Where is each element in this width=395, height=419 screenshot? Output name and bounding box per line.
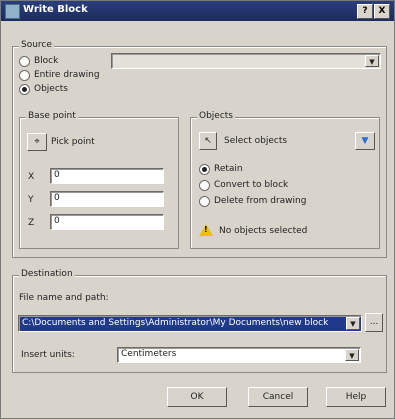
x-label: X [28, 172, 35, 182]
help-title-button[interactable]: ? [357, 4, 373, 19]
radio-delete-from-drawing-label: Delete from drawing [214, 196, 307, 206]
objects-legend: Objects [197, 111, 236, 121]
app-icon [5, 4, 20, 19]
radio-convert-to-block-label: Convert to block [214, 180, 289, 190]
radio-block[interactable] [19, 56, 30, 67]
z-label: Z [28, 218, 35, 228]
block-name-dropdown[interactable]: ▼ [111, 53, 381, 69]
select-objects-label: Select objects [224, 136, 288, 146]
source-legend: Source [19, 40, 54, 50]
z-value: 0 [54, 216, 60, 226]
radio-retain-label: Retain [214, 164, 243, 174]
chevron-down-icon: ▼ [346, 317, 360, 330]
radio-convert-to-block[interactable] [199, 180, 210, 191]
select-objects-button[interactable]: ↖ [199, 132, 217, 150]
radio-block-label: Block [34, 56, 59, 66]
warning-icon [199, 224, 213, 236]
funnel-icon: ▼ [361, 136, 369, 146]
radio-retain[interactable] [199, 164, 210, 175]
pick-point-label: Pick point [51, 137, 95, 147]
radio-delete-from-drawing[interactable] [199, 196, 210, 207]
pick-point-button[interactable]: ⌖ [27, 133, 47, 151]
cursor-icon: ↖ [204, 136, 212, 146]
destination-legend: Destination [19, 269, 75, 279]
source-group: Source Block Entire drawing Objects ▼ Ba… [12, 40, 387, 258]
dialog-title: Write Block [23, 4, 88, 15]
destination-group: Destination File name and path: C:\Docum… [12, 269, 387, 373]
radio-entire-drawing[interactable] [19, 70, 30, 81]
z-field[interactable]: 0 [50, 214, 164, 230]
x-field[interactable]: 0 [50, 168, 164, 184]
base-point-legend: Base point [26, 111, 78, 121]
insert-units-label: Insert units: [21, 350, 75, 360]
file-path-combobox[interactable]: C:\Documents and Settings\Administrator\… [18, 315, 362, 332]
y-label: Y [28, 195, 34, 205]
file-path-value: C:\Documents and Settings\Administrator\… [22, 318, 329, 328]
close-button[interactable]: X [374, 4, 390, 19]
y-field[interactable]: 0 [50, 191, 164, 207]
insert-units-dropdown[interactable]: Centimeters ▼ [117, 347, 361, 363]
radio-objects-label: Objects [34, 84, 69, 94]
cancel-button[interactable]: Cancel [248, 387, 308, 407]
write-block-dialog: Write Block ? X Source Block Entire draw… [0, 0, 395, 419]
x-value: 0 [54, 170, 60, 180]
quick-select-button[interactable]: ▼ [355, 132, 375, 150]
help-button[interactable]: Help [326, 387, 386, 407]
y-value: 0 [54, 193, 60, 203]
objects-status: No objects selected [219, 226, 308, 236]
title-bar[interactable]: Write Block ? X [1, 1, 394, 21]
crosshair-icon: ⌖ [34, 137, 40, 147]
chevron-down-icon: ▼ [365, 55, 379, 67]
chevron-down-icon: ▼ [345, 349, 359, 361]
base-point-group: Base point ⌖ Pick point X 0 Y 0 Z 0 [19, 111, 179, 249]
ok-button[interactable]: OK [167, 387, 227, 407]
radio-entire-drawing-label: Entire drawing [34, 70, 100, 80]
browse-button[interactable]: ... [365, 313, 383, 332]
radio-objects[interactable] [19, 84, 30, 95]
objects-group: Objects ↖ Select objects ▼ Retain Conver… [190, 111, 380, 249]
file-name-label: File name and path: [19, 293, 109, 303]
insert-units-value: Centimeters [121, 349, 177, 359]
